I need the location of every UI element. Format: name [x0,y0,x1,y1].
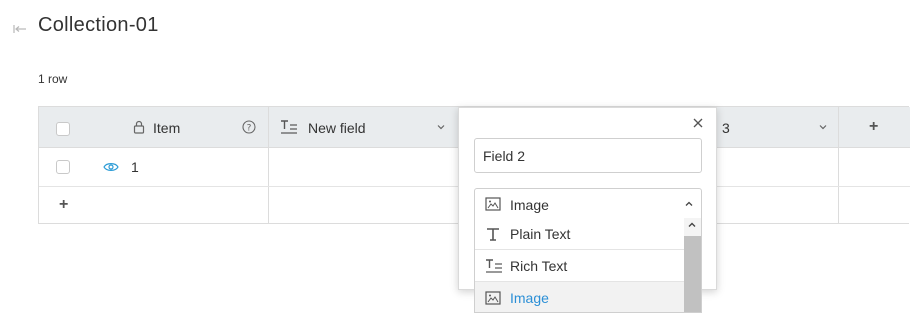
help-circle-icon[interactable]: ? [242,120,256,134]
collapse-sidebar-icon[interactable] [12,22,28,36]
field-type-dropdown: Plain Text Rich Text Image [474,218,702,313]
plain-text-icon [485,226,501,242]
chevron-down-icon[interactable] [818,122,828,132]
type-option-rich-text[interactable]: Rich Text [475,250,685,282]
field-type-select[interactable]: Image [474,188,702,219]
lock-icon [132,120,146,134]
type-option-label: Plain Text [510,226,571,242]
column-header-item[interactable]: Item [153,120,180,136]
column-header-field-3[interactable]: 3 [722,120,730,136]
image-icon [485,291,501,305]
column-header-new-field[interactable]: New field [308,120,366,136]
dropdown-scrollbar[interactable] [684,218,701,312]
scroll-up-arrow-icon[interactable] [687,220,697,233]
type-option-plain-text[interactable]: Plain Text [475,218,685,250]
row-count: 1 row [38,72,68,86]
image-icon [485,197,501,211]
field-type-selected-label: Image [510,197,549,213]
type-option-label: Image [510,290,549,306]
add-column-button[interactable]: + [869,118,878,136]
chevron-down-icon[interactable] [436,122,446,132]
select-all-checkbox[interactable] [56,122,70,136]
page-title: Collection-01 [38,14,159,36]
add-row-button[interactable]: + [59,196,68,214]
rich-text-icon [485,258,503,274]
scrollbar-thumb[interactable] [684,236,701,312]
row-checkbox[interactable] [56,160,70,174]
chevron-up-icon[interactable] [684,199,694,209]
rich-text-icon [280,119,298,135]
row-item-value: 1 [131,159,139,175]
type-option-image[interactable]: Image [475,282,685,312]
svg-text:?: ? [247,123,252,133]
type-option-label: Rich Text [510,258,568,274]
close-icon[interactable] [692,116,704,132]
eye-icon[interactable] [103,160,119,174]
field-name-input[interactable] [474,138,702,173]
